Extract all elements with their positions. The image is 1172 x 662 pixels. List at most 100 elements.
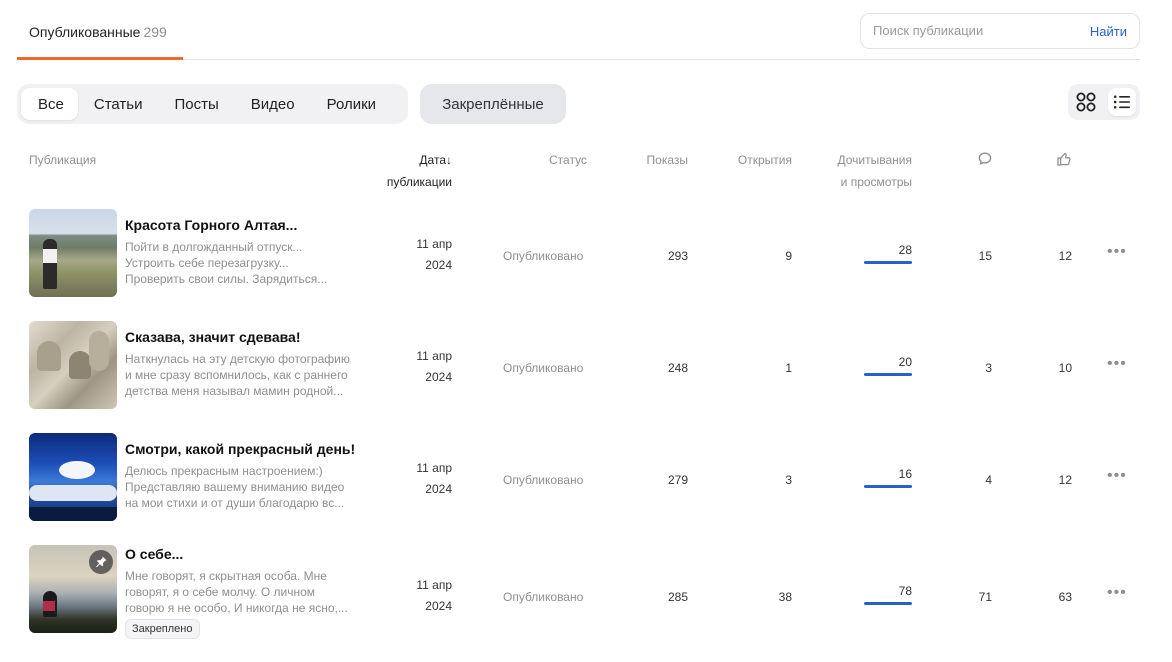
views-count: 285 <box>667 590 688 604</box>
post-thumbnail[interactable] <box>29 209 117 297</box>
post-title[interactable]: О себе... <box>125 546 183 562</box>
thumbnail-cloud <box>29 485 117 501</box>
thumbnail-figure-shirt <box>43 601 55 611</box>
reads-count: 28 <box>898 243 912 257</box>
desc-line: и мне сразу вспомнилось, как с раннего <box>125 368 348 382</box>
post-status: Опубликовано <box>503 473 584 487</box>
post-date: 11 апр 2024 <box>392 575 452 617</box>
comments-count: 4 <box>985 473 992 487</box>
post-title[interactable]: Красота Горного Алтая... <box>125 217 297 233</box>
reads-count: 20 <box>898 355 912 369</box>
table-row[interactable]: Красота Горного Алтая... Пойти в долгожд… <box>0 209 1172 321</box>
col-date-label: Дата <box>419 153 446 167</box>
desc-line: Представляю вашему вниманию видео <box>125 480 345 494</box>
desc-line: Проверить свои силы. Зарядиться... <box>125 272 328 286</box>
thumbnail-figure <box>69 351 91 379</box>
comments-count: 15 <box>978 249 992 263</box>
grid-icon <box>1076 92 1096 112</box>
post-title[interactable]: Смотри, какой прекрасный день! <box>125 441 355 457</box>
date-day: 11 апр <box>416 578 452 592</box>
likes-count: 12 <box>1058 473 1072 487</box>
thumbs-up-icon <box>1057 152 1071 166</box>
post-description: Делюсь прекрасным настроением:) Представ… <box>125 463 350 511</box>
filter-shorts[interactable]: Ролики <box>311 88 392 120</box>
thumbnail-ground <box>29 507 117 521</box>
filter-video[interactable]: Видео <box>235 88 311 120</box>
desc-line: Пойти в долгожданный отпуск... <box>125 240 303 254</box>
post-date: 11 апр 2024 <box>392 234 452 276</box>
table-row[interactable]: Смотри, какой прекрасный день! Делюсь пр… <box>0 433 1172 545</box>
col-views[interactable]: Показы <box>647 149 688 171</box>
likes-count: 63 <box>1058 590 1072 604</box>
thumbnail-figure <box>37 341 61 371</box>
reads-count: 16 <box>898 467 912 481</box>
col-date-sort[interactable]: Дата↓ публикации <box>387 149 452 193</box>
col-publication: Публикация <box>29 153 97 167</box>
desc-line: Мне говорят, я скрытная особа. Мне <box>125 569 327 583</box>
tab-published-label: Опубликованные <box>29 24 141 40</box>
thumbnail-figure <box>43 239 57 289</box>
pinned-icon <box>89 550 113 574</box>
col-date-label-2: публикации <box>386 175 452 189</box>
filter-pinned[interactable]: Закреплённые <box>420 84 566 124</box>
date-year: 2024 <box>425 258 452 272</box>
date-year: 2024 <box>425 370 452 384</box>
opens-count: 9 <box>785 249 792 263</box>
col-reads[interactable]: Дочитывания и просмотры <box>838 149 913 193</box>
col-opens[interactable]: Открытия <box>738 149 792 171</box>
view-toggle <box>1068 84 1140 120</box>
more-options-icon[interactable]: ••• <box>1107 244 1127 260</box>
col-reads-label: Дочитывания <box>837 153 913 167</box>
thumbnail-figure <box>89 331 109 371</box>
desc-line: на мои стихи и от души благодарю вс... <box>125 496 345 510</box>
pin-icon <box>96 556 107 568</box>
desc-line: Устроить себе перезагрузку... <box>125 256 289 270</box>
post-thumbnail[interactable] <box>29 433 117 521</box>
more-options-icon[interactable]: ••• <box>1107 356 1127 372</box>
views-count: 293 <box>667 249 688 263</box>
post-date: 11 апр 2024 <box>392 458 452 500</box>
list-view-button[interactable] <box>1108 88 1136 116</box>
table-row[interactable]: О себе... Мне говорят, я скрытная особа.… <box>0 545 1172 657</box>
comments-count: 71 <box>978 590 992 604</box>
post-description: Пойти в долгожданный отпуск... Устроить … <box>125 239 350 287</box>
type-filter: Все Статьи Посты Видео Ролики <box>17 84 408 124</box>
filter-posts[interactable]: Посты <box>158 88 234 120</box>
pinned-badge: Закреплено <box>125 619 200 639</box>
desc-line: Наткнулась на эту детскую фотографию, <box>125 352 350 366</box>
post-title[interactable]: Сказава, значит сдевава! <box>125 329 301 345</box>
views-count: 248 <box>667 361 688 375</box>
likes-count: 12 <box>1058 249 1072 263</box>
opens-count: 1 <box>785 361 792 375</box>
filter-all[interactable]: Все <box>21 88 78 120</box>
reads-progress-bar <box>864 261 912 264</box>
grid-view-button[interactable] <box>1072 88 1100 116</box>
tab-published-count: 299 <box>143 24 167 40</box>
desc-line: Делюсь прекрасным настроением:) <box>125 464 323 478</box>
col-comments[interactable] <box>977 151 993 174</box>
more-options-icon[interactable]: ••• <box>1107 585 1127 601</box>
likes-count: 10 <box>1058 361 1072 375</box>
more-options-icon[interactable]: ••• <box>1107 468 1127 484</box>
desc-line: говорят, я о себе молчу. О личном <box>125 585 315 599</box>
sort-arrow-icon: ↓ <box>446 153 452 167</box>
table-row[interactable]: Сказава, значит сдевава! Наткнулась на э… <box>0 321 1172 433</box>
opens-count: 38 <box>778 590 792 604</box>
post-thumbnail[interactable] <box>29 321 117 409</box>
post-description: Наткнулась на эту детскую фотографию, и … <box>125 351 350 399</box>
views-count: 279 <box>667 473 688 487</box>
search-button[interactable]: Найти <box>1090 24 1127 39</box>
filter-articles[interactable]: Статьи <box>78 88 159 120</box>
thumbnail-cloud <box>59 461 95 479</box>
reads-progress-bar <box>864 485 912 488</box>
date-day: 11 апр <box>416 349 452 363</box>
search-input[interactable] <box>873 23 1073 38</box>
desc-line: детства меня называл мамин родной... <box>125 384 344 398</box>
col-status: Статус <box>549 153 587 167</box>
tab-published[interactable]: Опубликованные 299 <box>17 0 183 60</box>
date-day: 11 апр <box>416 461 452 475</box>
post-status: Опубликовано <box>503 590 584 604</box>
col-likes[interactable] <box>1056 151 1072 174</box>
top-tab-bar: Опубликованные299 Найти <box>17 0 1140 60</box>
reads-count: 78 <box>898 584 912 598</box>
